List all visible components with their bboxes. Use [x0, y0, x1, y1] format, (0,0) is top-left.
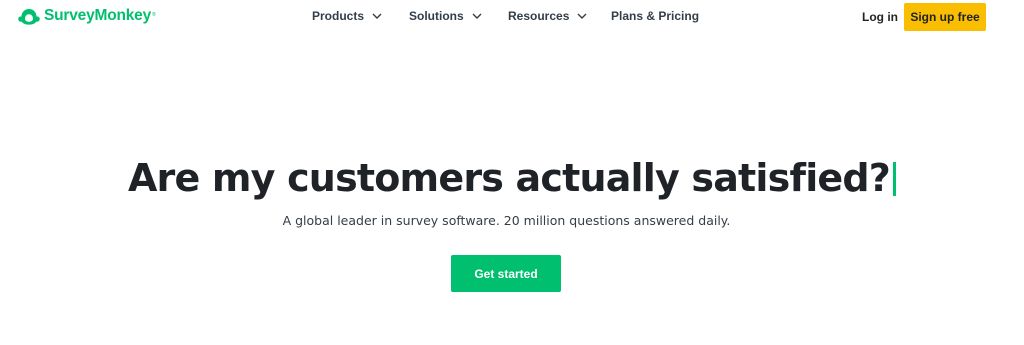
typing-cursor — [893, 162, 897, 196]
nav-products-label: Products — [312, 9, 365, 23]
chevron-down-icon — [472, 13, 482, 19]
nav-plans-pricing[interactable]: Plans & Pricing — [611, 0, 699, 32]
hero-title: Are my customers actually satisfied? — [0, 154, 1024, 202]
surveymonkey-logo[interactable]: SurveyMonkey ® — [17, 5, 156, 27]
nav-products[interactable]: Products — [312, 0, 382, 32]
surveymonkey-logo-icon — [18, 9, 40, 25]
login-link[interactable]: Log in — [862, 0, 898, 33]
sign-up-free-button[interactable]: Sign up free — [904, 3, 986, 31]
chevron-down-icon — [372, 13, 382, 19]
hero-title-text: Are my customers actually satisfied? — [127, 156, 891, 200]
chevron-down-icon — [577, 13, 587, 19]
hero-subtitle: A global leader in survey software. 20 m… — [282, 213, 731, 228]
site-header: SurveyMonkey ® Products Solutions Resour… — [0, 0, 1024, 34]
logo-wordmark: SurveyMonkey — [44, 7, 152, 24]
get-started-button[interactable]: Get started — [451, 255, 561, 292]
nav-resources[interactable]: Resources — [508, 0, 587, 32]
nav-solutions-label: Solutions — [409, 9, 464, 23]
nav-solutions[interactable]: Solutions — [409, 0, 482, 32]
logo-trademark: ® — [152, 12, 156, 18]
nav-resources-label: Resources — [508, 9, 570, 23]
nav-plans-pricing-label: Plans & Pricing — [611, 9, 700, 23]
